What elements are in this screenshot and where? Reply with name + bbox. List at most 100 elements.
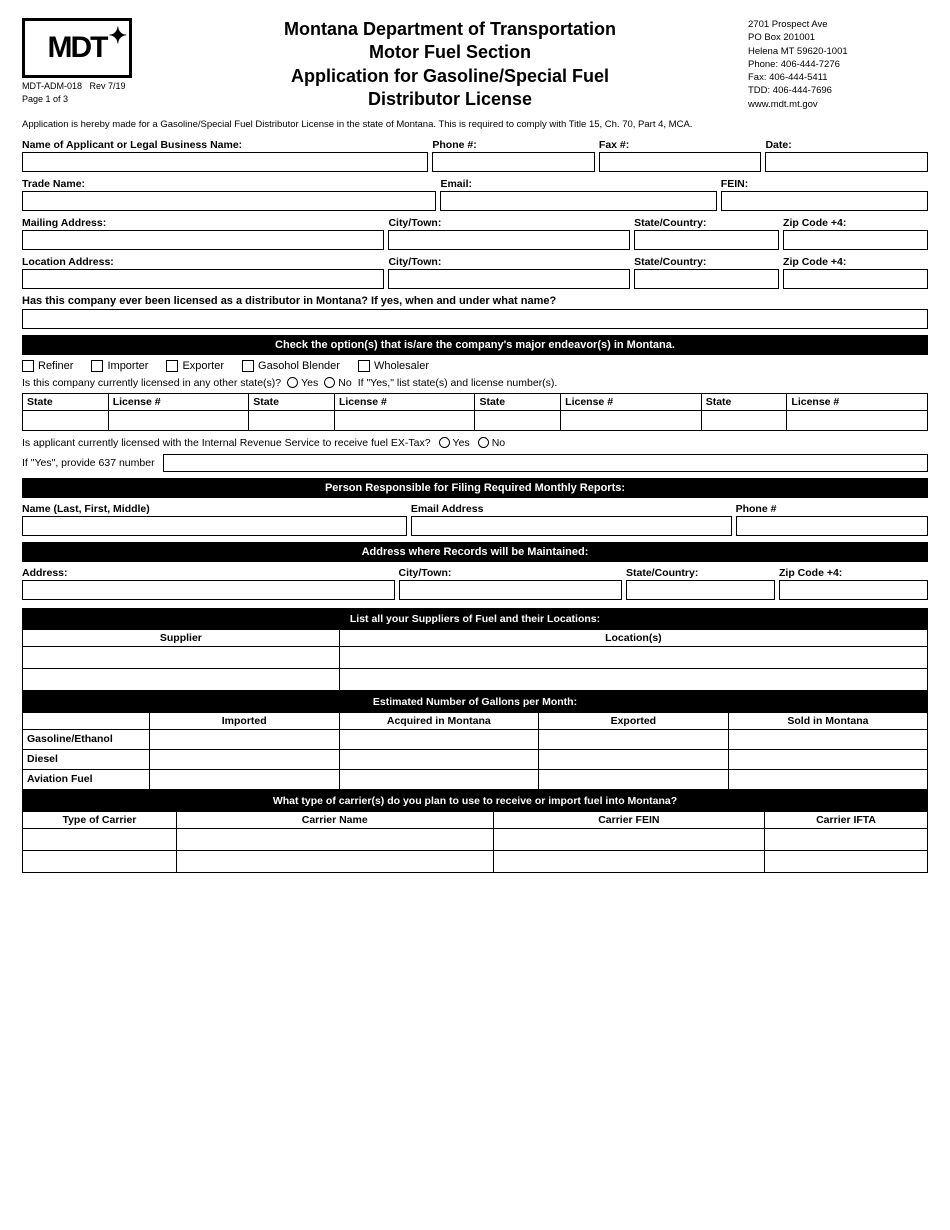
importer-checkbox[interactable]	[91, 360, 103, 372]
state-cell-2[interactable]	[249, 410, 335, 430]
location-zip-group: Zip Code +4:	[783, 256, 928, 289]
mailing-city-label: City/Town:	[388, 217, 630, 229]
licensed-yes-radio[interactable]	[287, 377, 298, 388]
state-cell-3[interactable]	[475, 410, 561, 430]
importer-label: Importer	[107, 360, 148, 372]
aviation-exported[interactable]	[538, 769, 728, 789]
trade-name-label: Trade Name:	[22, 178, 436, 190]
exporter-checkbox[interactable]	[166, 360, 178, 372]
person-name-input[interactable]	[22, 516, 407, 536]
location-address-label: Location Address:	[22, 256, 384, 268]
trade-name-input[interactable]	[22, 191, 436, 211]
aviation-acquired[interactable]	[339, 769, 538, 789]
supplier-name-2[interactable]	[23, 668, 340, 690]
row-mailing-address: Mailing Address: City/Town: State/Countr…	[22, 217, 928, 250]
ex-tax-yes-option[interactable]: Yes	[439, 437, 470, 449]
gasoline-exported[interactable]	[538, 729, 728, 749]
carrier-ifta-header: Carrier IFTA	[765, 811, 928, 828]
diesel-exported[interactable]	[538, 749, 728, 769]
licensed-no-option[interactable]: No	[324, 377, 351, 389]
records-zip-input[interactable]	[779, 580, 928, 600]
wholesaler-label: Wholesaler	[374, 360, 429, 372]
location-city-input[interactable]	[388, 269, 630, 289]
licensed-yes-option[interactable]: Yes	[287, 377, 318, 389]
row-name-phone-fax-date: Name of Applicant or Legal Business Name…	[22, 139, 928, 172]
state-cell-4[interactable]	[701, 410, 787, 430]
gallons-row-gasoline: Gasoline/Ethanol	[23, 729, 928, 749]
checkbox-refiner[interactable]: Refiner	[22, 360, 73, 372]
gasoline-acquired[interactable]	[339, 729, 538, 749]
diesel-acquired[interactable]	[339, 749, 538, 769]
gasoline-imported[interactable]	[149, 729, 339, 749]
title-main: Montana Department of Transportation Mot…	[162, 18, 738, 112]
acquired-header: Acquired in Montana	[339, 712, 538, 729]
mailing-address-input[interactable]	[22, 230, 384, 250]
fein-input[interactable]	[721, 191, 928, 211]
ex-tax-yes-radio[interactable]	[439, 437, 450, 448]
location-city-group: City/Town:	[388, 256, 630, 289]
mailing-city-input[interactable]	[388, 230, 630, 250]
license-cell-2[interactable]	[334, 410, 475, 430]
location-zip-input[interactable]	[783, 269, 928, 289]
refiner-checkbox[interactable]	[22, 360, 34, 372]
checkbox-importer[interactable]: Importer	[91, 360, 148, 372]
licensed-note: If "Yes," list state(s) and license numb…	[358, 377, 558, 389]
license-cell-1[interactable]	[108, 410, 249, 430]
checkbox-gasohol[interactable]: Gasohol Blender	[242, 360, 340, 372]
fax-input[interactable]	[599, 152, 762, 172]
date-group: Date:	[765, 139, 928, 172]
state-cell-1[interactable]	[23, 410, 109, 430]
gasohol-checkbox[interactable]	[242, 360, 254, 372]
license-cell-4[interactable]	[787, 410, 928, 430]
ex-tax-637-input[interactable]	[163, 454, 928, 472]
ex-tax-no-option[interactable]: No	[478, 437, 505, 449]
person-email-label: Email Address	[411, 503, 732, 515]
person-phone-input[interactable]	[736, 516, 928, 536]
mailing-state-input[interactable]	[634, 230, 779, 250]
carrier-ifta-1[interactable]	[765, 828, 928, 850]
aviation-imported[interactable]	[149, 769, 339, 789]
license-cell-3[interactable]	[561, 410, 702, 430]
applicant-name-input[interactable]	[22, 152, 428, 172]
ex-tax-no-radio[interactable]	[478, 437, 489, 448]
page-header: MDT ✦ MDT-ADM-018 Rev 7/19 Page 1 of 3 M…	[22, 18, 928, 112]
gasoline-sold[interactable]	[728, 729, 927, 749]
wholesaler-checkbox[interactable]	[358, 360, 370, 372]
carrier-fein-2[interactable]	[493, 850, 765, 872]
checkbox-exporter[interactable]: Exporter	[166, 360, 224, 372]
supplier-location-2[interactable]	[339, 668, 927, 690]
checkbox-wholesaler[interactable]: Wholesaler	[358, 360, 429, 372]
carrier-name-1[interactable]	[176, 828, 493, 850]
diesel-sold[interactable]	[728, 749, 927, 769]
carrier-type-2[interactable]	[23, 850, 177, 872]
carrier-type-1[interactable]	[23, 828, 177, 850]
person-email-input[interactable]	[411, 516, 732, 536]
supplier-location-1[interactable]	[339, 646, 927, 668]
records-state-input[interactable]	[626, 580, 775, 600]
carrier-fein-1[interactable]	[493, 828, 765, 850]
carrier-ifta-2[interactable]	[765, 850, 928, 872]
company-licensed-input[interactable]	[22, 309, 928, 329]
form-number-rev: MDT-ADM-018 Rev 7/19	[22, 81, 152, 91]
col-state-2: State	[249, 393, 335, 410]
mailing-address-label: Mailing Address:	[22, 217, 384, 229]
aviation-sold[interactable]	[728, 769, 927, 789]
date-input[interactable]	[765, 152, 928, 172]
endeavors-checkboxes: Refiner Importer Exporter Gasohol Blende…	[22, 360, 928, 372]
supplier-row-2	[23, 668, 928, 690]
mdt-logo: MDT ✦	[22, 18, 132, 78]
supplier-name-1[interactable]	[23, 646, 340, 668]
diesel-imported[interactable]	[149, 749, 339, 769]
licensed-other-states-row: Is this company currently licensed in an…	[22, 377, 928, 389]
location-address-input[interactable]	[22, 269, 384, 289]
records-address-group: Address:	[22, 567, 395, 600]
records-city-input[interactable]	[399, 580, 623, 600]
carrier-name-2[interactable]	[176, 850, 493, 872]
records-address-input[interactable]	[22, 580, 395, 600]
phone-input[interactable]	[432, 152, 595, 172]
location-state-input[interactable]	[634, 269, 779, 289]
licensed-no-radio[interactable]	[324, 377, 335, 388]
gasohol-label: Gasohol Blender	[258, 360, 340, 372]
email-input[interactable]	[440, 191, 716, 211]
mailing-zip-input[interactable]	[783, 230, 928, 250]
